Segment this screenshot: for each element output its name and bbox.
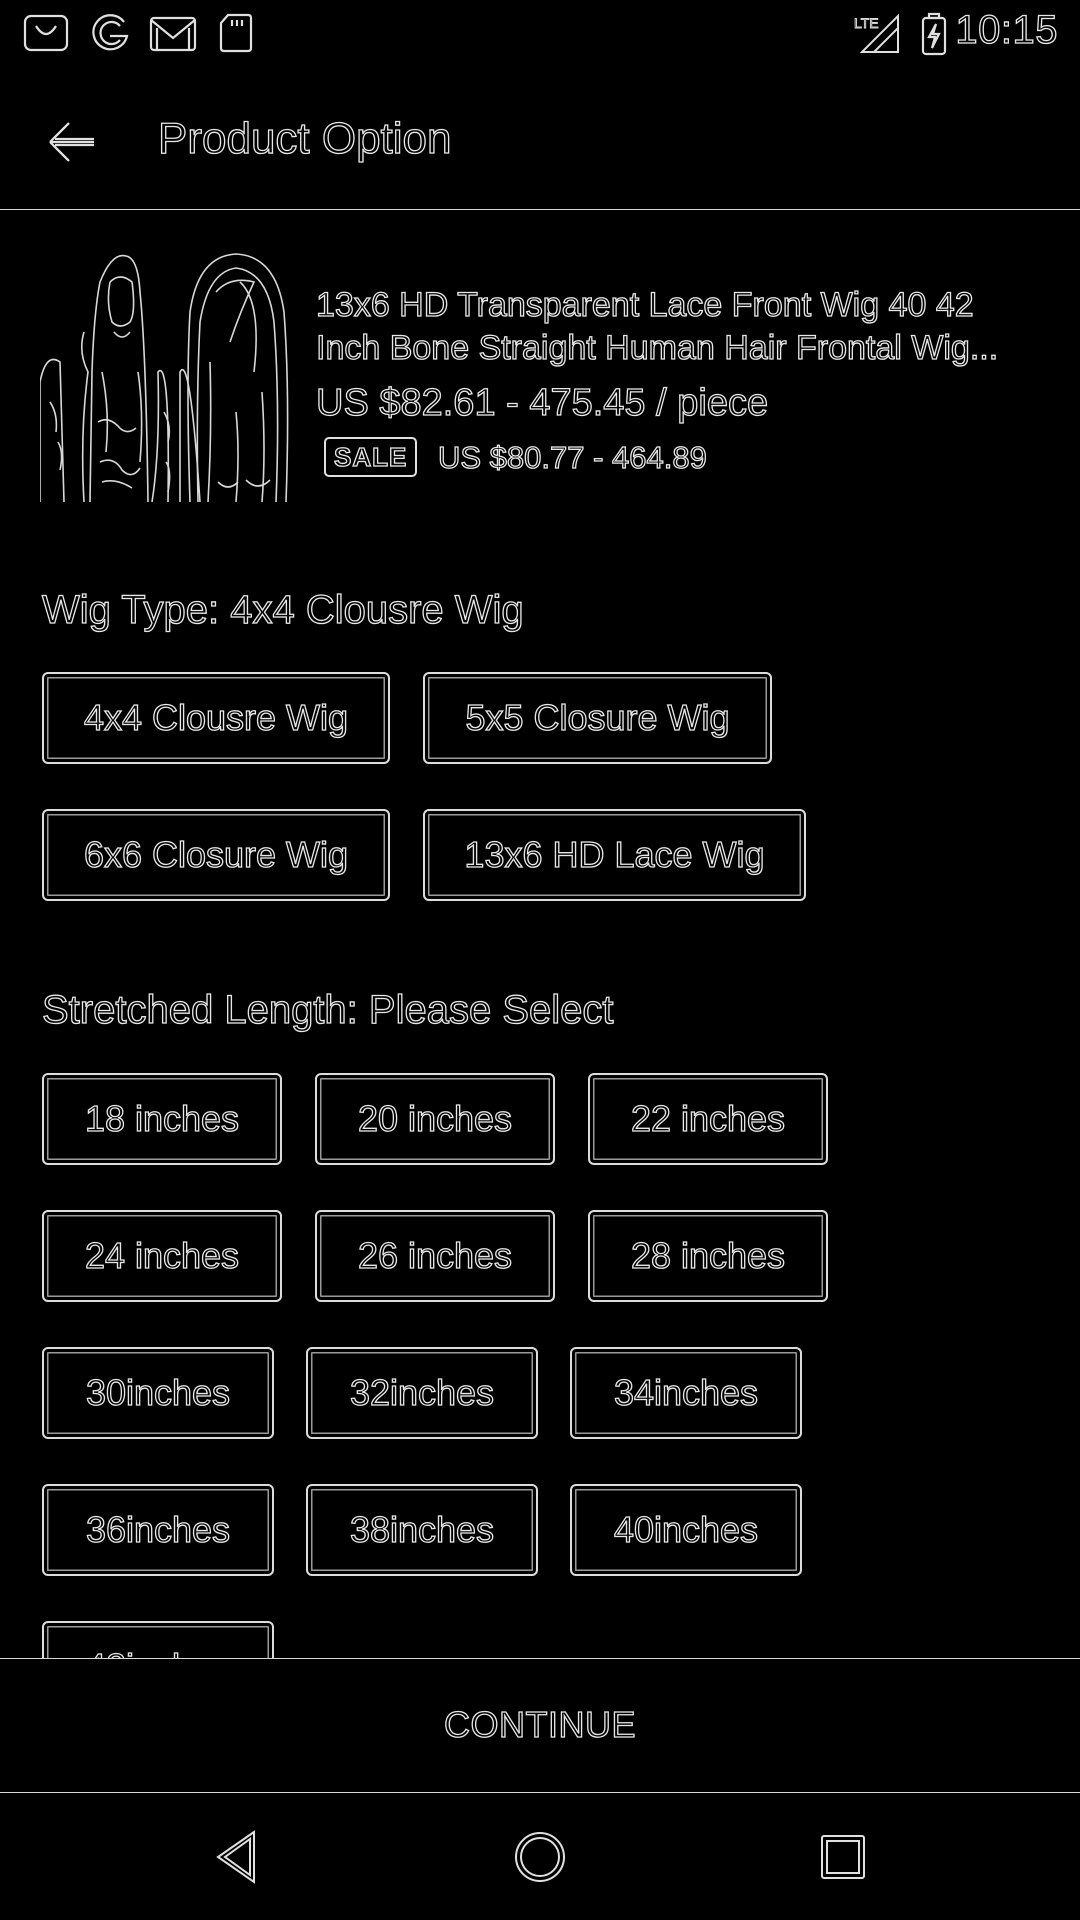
length-option-20[interactable]: 20 inches xyxy=(315,1073,555,1165)
recents-square-icon[interactable] xyxy=(808,1822,878,1892)
product-price: US $82.61 - 475.45 / piece xyxy=(315,381,769,424)
wig-type-label: Wig Type: 4x4 Clousre Wig xyxy=(41,587,524,632)
length-option-38[interactable]: 38inches xyxy=(306,1484,538,1576)
sale-price: US $80.77 - 464.89 xyxy=(437,439,707,475)
status-time: 10:15 xyxy=(955,7,1058,52)
length-option-42[interactable]: 42inches xyxy=(42,1621,274,1658)
product-title-line-2: Inch Bone Straight Human Hair Frontal Wi… xyxy=(316,328,999,367)
back-triangle-icon[interactable] xyxy=(204,1822,274,1892)
status-bar: LTE 10:15 xyxy=(0,0,1080,66)
length-option-30[interactable]: 30inches xyxy=(42,1347,274,1439)
shopping-bag-icon xyxy=(23,14,69,52)
navbar-divider xyxy=(0,1792,1080,1793)
home-circle-icon[interactable] xyxy=(505,1822,575,1892)
system-nav-bar xyxy=(0,1794,1080,1920)
product-title-line-1: 13x6 HD Transparent Lace Front Wig 40 42 xyxy=(316,285,974,324)
bottom-divider xyxy=(0,1658,1080,1659)
length-option-32[interactable]: 32inches xyxy=(306,1347,538,1439)
toolbar-divider xyxy=(0,209,1080,210)
back-button[interactable] xyxy=(28,98,116,186)
stretched-length-label: Stretched Length: Please Select xyxy=(41,987,614,1032)
length-option-26[interactable]: 26 inches xyxy=(315,1210,555,1302)
gmail-icon xyxy=(149,16,197,52)
sale-badge: SALE xyxy=(324,437,418,477)
length-option-36[interactable]: 36inches xyxy=(42,1484,274,1576)
wig-type-option-13x6[interactable]: 13x6 HD Lace Wig xyxy=(423,809,806,901)
length-option-24[interactable]: 24 inches xyxy=(42,1210,282,1302)
continue-button[interactable]: CONTINUE xyxy=(0,1660,1080,1790)
wig-type-option-6x6[interactable]: 6x6 Closure Wig xyxy=(42,809,390,901)
lte-label: LTE xyxy=(854,15,879,31)
wig-type-option-4x4[interactable]: 4x4 Clousre Wig xyxy=(42,672,390,764)
product-title: 13x6 HD Transparent Lace Front Wig 40 42… xyxy=(316,284,1056,370)
length-option-22[interactable]: 22 inches xyxy=(588,1073,828,1165)
battery-charging-icon xyxy=(921,12,947,56)
length-option-18[interactable]: 18 inches xyxy=(42,1073,282,1165)
sd-card-icon xyxy=(219,13,253,53)
length-option-28[interactable]: 28 inches xyxy=(588,1210,828,1302)
arrow-left-icon xyxy=(49,122,94,162)
length-option-40[interactable]: 40inches xyxy=(570,1484,802,1576)
product-thumbnail[interactable] xyxy=(39,252,296,504)
toolbar: Product Option xyxy=(0,66,1080,210)
google-icon xyxy=(92,14,129,51)
wig-type-option-5x5[interactable]: 5x5 Closure Wig xyxy=(423,672,772,764)
page-title: Product Option xyxy=(157,113,452,163)
scroll-clip-region: 42inches xyxy=(0,1600,1080,1658)
length-option-34[interactable]: 34inches xyxy=(570,1347,802,1439)
lte-signal-icon: LTE xyxy=(854,13,899,53)
